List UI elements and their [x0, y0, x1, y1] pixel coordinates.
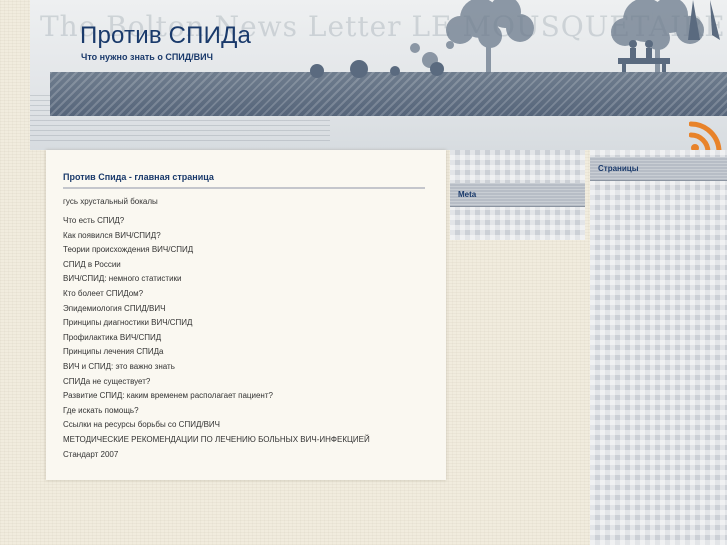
site-tagline: Что нужно знать о СПИД/ВИЧ [81, 52, 213, 62]
list-item: ВИЧ/СПИД: немного статистики [63, 272, 370, 287]
list-item: Профилактика ВИЧ/СПИД [63, 331, 370, 346]
list-item: Развитие СПИД: каким временем располагае… [63, 389, 370, 404]
list-item: СПИДа не существует? [63, 375, 370, 390]
list-item: Как появился ВИЧ/СПИД? [63, 229, 370, 244]
article-link[interactable]: СПИД в России [63, 260, 121, 269]
article-link[interactable]: Принципы лечения СПИДа [63, 347, 164, 356]
sidebar-meta: Meta [450, 150, 585, 240]
article-link[interactable]: Как появился ВИЧ/СПИД? [63, 231, 161, 240]
list-item: Принципы диагностики ВИЧ/СПИД [63, 316, 370, 331]
list-item: Эпидемиология СПИД/ВИЧ [63, 302, 370, 317]
article-link[interactable]: Принципы диагностики ВИЧ/СПИД [63, 318, 192, 327]
article-link[interactable]: Профилактика ВИЧ/СПИД [63, 333, 161, 342]
ink-splat [430, 62, 444, 76]
list-item: Где искать помощь? [63, 404, 370, 419]
list-item: ВИЧ и СПИД: это важно знать [63, 360, 370, 375]
site-title[interactable]: Против СПИДа [80, 22, 251, 50]
meta-widget-title: Meta [450, 183, 585, 207]
list-item: МЕТОДИЧЕСКИЕ РЕКОМЕНДАЦИИ ПО ЛЕЧЕНИЮ БОЛ… [63, 433, 370, 448]
list-item: Что есть СПИД? [63, 214, 370, 229]
title-divider [63, 187, 425, 189]
page-title[interactable]: Против Спида - главная страница [63, 172, 214, 182]
ink-splat [310, 64, 324, 78]
article-link[interactable]: Развитие СПИД: каким временем располагае… [63, 391, 273, 400]
list-item: СПИД в России [63, 258, 370, 273]
header-band [50, 60, 727, 116]
article-link[interactable]: Теории происхождения ВИЧ/СПИД [63, 245, 193, 254]
article-link[interactable]: Кто болеет СПИДом? [63, 289, 143, 298]
article-link[interactable]: СПИДа не существует? [63, 377, 150, 386]
article-link[interactable]: Где искать помощь? [63, 406, 139, 415]
ink-splat [390, 66, 400, 76]
article-link[interactable]: ВИЧ/СПИД: немного статистики [63, 274, 182, 283]
list-item: Ссылки на ресурсы борьбы со СПИД/ВИЧ [63, 418, 370, 433]
article-link[interactable]: МЕТОДИЧЕСКИЕ РЕКОМЕНДАЦИИ ПО ЛЕЧЕНИЮ БОЛ… [63, 435, 370, 444]
article-link[interactable]: Что есть СПИД? [63, 216, 124, 225]
article-link-list: Что есть СПИД? Как появился ВИЧ/СПИД? Те… [63, 214, 370, 462]
article-link[interactable]: Эпидемиология СПИД/ВИЧ [63, 304, 165, 313]
sidebar-pages: Страницы [590, 150, 727, 545]
intro-text: гусь хрустальный бокалы [63, 197, 158, 206]
list-item: Кто болеет СПИДом? [63, 287, 370, 302]
article-link[interactable]: Стандарт 2007 [63, 450, 118, 459]
rss-icon[interactable] [689, 120, 723, 154]
ink-splat [350, 60, 368, 78]
article-link[interactable]: Ссылки на ресурсы борьбы со СПИД/ВИЧ [63, 420, 220, 429]
list-item: Стандарт 2007 [63, 448, 370, 463]
pages-widget-title: Страницы [590, 157, 727, 181]
article-link[interactable]: ВИЧ и СПИД: это важно знать [63, 362, 175, 371]
main-content: Против Спида - главная страница гусь хру… [46, 150, 446, 480]
list-item: Принципы лечения СПИДа [63, 345, 370, 360]
list-item: Теории происхождения ВИЧ/СПИД [63, 243, 370, 258]
